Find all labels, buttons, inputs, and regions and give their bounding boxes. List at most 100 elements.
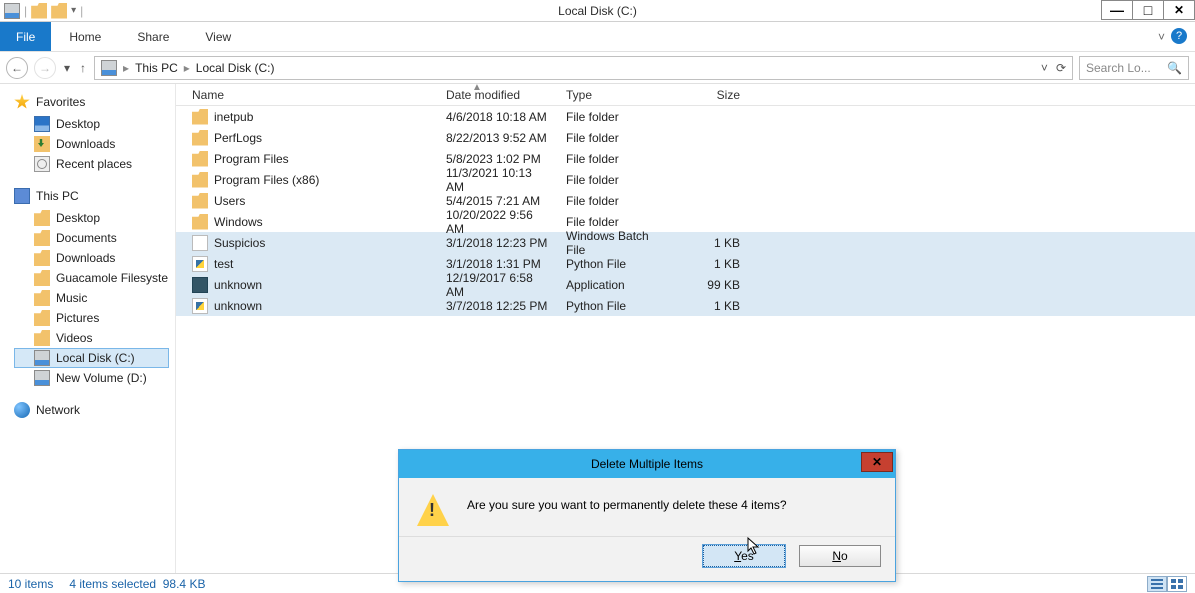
drive-icon — [34, 350, 50, 366]
col-name[interactable]: Name — [184, 88, 438, 102]
new-folder-icon[interactable] — [31, 3, 47, 19]
file-name: PerfLogs — [214, 131, 262, 145]
tree-thispc[interactable]: This PC — [14, 188, 169, 204]
star-icon — [14, 94, 30, 110]
table-row[interactable]: PerfLogs8/22/2013 9:52 AMFile folder — [176, 127, 1195, 148]
folder-icon — [192, 193, 208, 209]
drive-icon — [34, 370, 50, 386]
file-size: 99 KB — [678, 278, 748, 292]
navigation-tree: Favorites Desktop Downloads Recent place… — [0, 84, 176, 573]
file-tab[interactable]: File — [0, 22, 51, 51]
table-row[interactable]: Windows10/20/2022 9:56 AMFile folder — [176, 211, 1195, 232]
tree-item-downloads[interactable]: Downloads — [14, 134, 169, 154]
address-bar[interactable]: ▸ This PC ▸ Local Disk (C:) ˅ ⟳ — [94, 56, 1073, 80]
file-date: 3/1/2018 12:23 PM — [438, 236, 558, 250]
table-row[interactable]: Suspicios3/1/2018 12:23 PMWindows Batch … — [176, 232, 1195, 253]
file-name: Windows — [214, 215, 263, 229]
tree-item-localdisk[interactable]: Local Disk (C:) — [14, 348, 169, 368]
table-row[interactable]: Users 5/4/2015 7:21 AMFile folder — [176, 190, 1195, 211]
search-input[interactable]: Search Lo... 🔍 — [1079, 56, 1189, 80]
table-row[interactable]: test3/1/2018 1:31 PMPython File1 KB — [176, 253, 1195, 274]
file-list: ▲ Name Date modified Type Size inetpub4/… — [176, 84, 1195, 573]
up-button[interactable]: ↑ — [78, 61, 88, 75]
tree-item-recent[interactable]: Recent places — [14, 154, 169, 174]
folder-icon — [34, 290, 50, 306]
file-size: 1 KB — [678, 299, 748, 313]
sort-indicator-icon: ▲ — [472, 82, 482, 93]
delete-dialog: Delete Multiple Items ✕ Are you sure you… — [398, 449, 896, 582]
search-icon: 🔍 — [1167, 61, 1182, 75]
tree-network[interactable]: Network — [14, 402, 169, 418]
folder-icon — [34, 250, 50, 266]
back-button[interactable]: ← — [6, 57, 28, 79]
folder-icon — [34, 230, 50, 246]
table-row[interactable]: unknown3/7/2018 12:25 PMPython File1 KB — [176, 295, 1195, 316]
status-count: 10 items — [8, 577, 53, 591]
tab-view[interactable]: View — [187, 22, 249, 51]
network-icon — [14, 402, 30, 418]
file-name: Users — [214, 194, 245, 208]
view-icons-button[interactable] — [1167, 576, 1187, 592]
crumb-localdisk[interactable]: Local Disk (C:) — [190, 61, 281, 75]
tree-item-desktop[interactable]: Desktop — [14, 114, 169, 134]
file-type: File folder — [558, 110, 678, 124]
title-bar: | ▾ | Local Disk (C:) — □ ✕ — [0, 0, 1195, 22]
forward-button[interactable]: → — [34, 57, 56, 79]
file-date: 5/4/2015 7:21 AM — [438, 194, 558, 208]
tree-item-downloads2[interactable]: Downloads — [14, 248, 169, 268]
ribbon-collapse-icon[interactable]: ˅ — [1158, 30, 1165, 44]
address-dropdown-icon[interactable]: ˅ — [1041, 61, 1048, 75]
folder-icon — [192, 109, 208, 125]
file-name: inetpub — [214, 110, 253, 124]
recent-icon — [34, 156, 50, 172]
yes-button[interactable]: Yes — [703, 545, 785, 567]
file-type: Python File — [558, 257, 678, 271]
tree-item-documents[interactable]: Documents — [14, 228, 169, 248]
col-type[interactable]: Type — [558, 88, 678, 102]
table-row[interactable]: Program Files (x86)11/3/2021 10:13 AMFil… — [176, 169, 1195, 190]
tab-share[interactable]: Share — [119, 22, 187, 51]
file-type: File folder — [558, 152, 678, 166]
col-date[interactable]: Date modified — [438, 88, 558, 102]
col-size[interactable]: Size — [678, 88, 748, 102]
downloads-icon — [34, 136, 50, 152]
tree-item-desktop2[interactable]: Desktop — [14, 208, 169, 228]
qat-chevron-icon[interactable]: ▾ — [71, 5, 76, 16]
folder-icon — [192, 172, 208, 188]
drive-icon — [101, 60, 117, 76]
crumb-thispc[interactable]: This PC — [129, 61, 184, 75]
tab-home[interactable]: Home — [51, 22, 119, 51]
batch-icon — [192, 235, 208, 251]
minimize-button[interactable]: — — [1101, 0, 1133, 20]
tree-item-videos[interactable]: Videos — [14, 328, 169, 348]
file-date: 3/7/2018 12:25 PM — [438, 299, 558, 313]
file-type: File folder — [558, 215, 678, 229]
tree-favorites[interactable]: Favorites — [14, 94, 169, 110]
history-dropdown-icon[interactable]: ▾ — [62, 61, 72, 75]
open-folder-icon[interactable] — [51, 3, 67, 19]
navigation-bar: ← → ▾ ↑ ▸ This PC ▸ Local Disk (C:) ˅ ⟳ … — [0, 52, 1195, 84]
tree-item-guac[interactable]: Guacamole Filesyste — [14, 268, 169, 288]
view-details-button[interactable] — [1147, 576, 1167, 592]
folder-icon — [192, 214, 208, 230]
window-title: Local Disk (C:) — [558, 4, 637, 18]
file-date: 5/8/2023 1:02 PM — [438, 152, 558, 166]
folder-icon — [34, 310, 50, 326]
maximize-button[interactable]: □ — [1132, 0, 1164, 20]
close-button[interactable]: ✕ — [1163, 0, 1195, 20]
table-row[interactable]: unknown12/19/2017 6:58 AMApplication99 K… — [176, 274, 1195, 295]
tree-item-music[interactable]: Music — [14, 288, 169, 308]
table-row[interactable]: inetpub4/6/2018 10:18 AMFile folder — [176, 106, 1195, 127]
folder-icon — [34, 210, 50, 226]
refresh-button[interactable]: ⟳ — [1056, 61, 1066, 75]
file-name: test — [214, 257, 233, 271]
tree-item-pictures[interactable]: Pictures — [14, 308, 169, 328]
no-button[interactable]: No — [799, 545, 881, 567]
file-type: File folder — [558, 194, 678, 208]
table-row[interactable]: Program Files5/8/2023 1:02 PMFile folder — [176, 148, 1195, 169]
help-icon[interactable]: ? — [1171, 28, 1187, 44]
app-icon — [4, 3, 20, 19]
tree-item-newvolume[interactable]: New Volume (D:) — [14, 368, 169, 388]
file-date: 11/3/2021 10:13 AM — [438, 166, 558, 194]
dialog-close-button[interactable]: ✕ — [861, 452, 893, 472]
